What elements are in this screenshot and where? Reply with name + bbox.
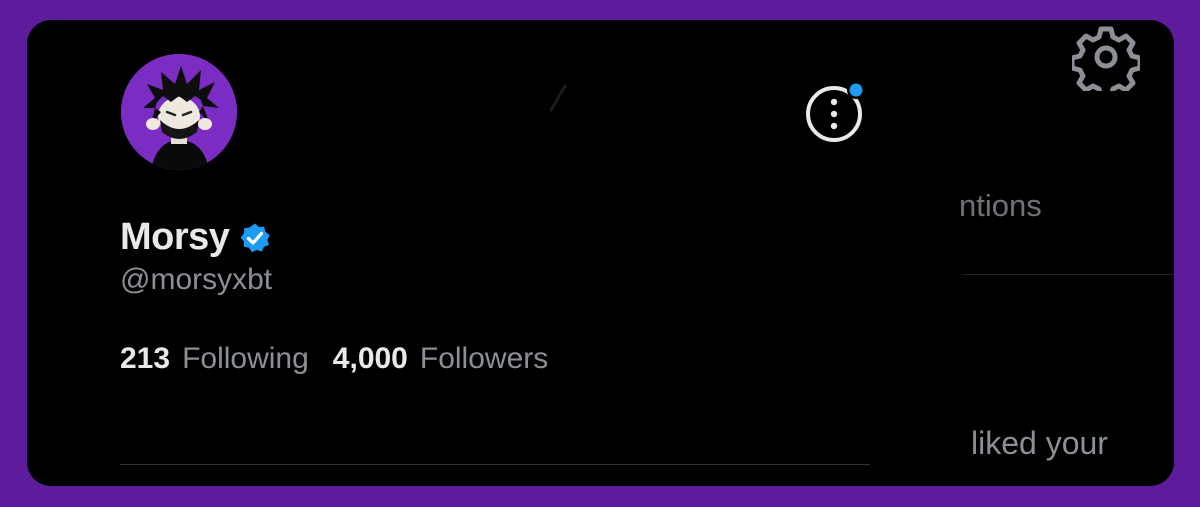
followers-count: 4,000 — [332, 342, 408, 375]
notification-dot — [849, 83, 863, 97]
divider — [120, 464, 870, 465]
display-name[interactable]: Morsy — [120, 216, 230, 259]
avatar[interactable] — [121, 54, 237, 170]
gear-icon — [1072, 26, 1140, 91]
background-tab-mentions: ntions — [959, 188, 1042, 223]
username-handle: @morsyxbt — [120, 263, 273, 296]
background-divider — [962, 274, 1174, 275]
avatar-image — [121, 54, 237, 170]
settings-button[interactable] — [1072, 23, 1140, 91]
followers-label: Followers — [419, 342, 549, 375]
followers-link[interactable]: 4,000 Followers — [333, 342, 548, 376]
verified-badge-icon — [241, 223, 270, 252]
following-count: 213 — [120, 342, 171, 375]
background-artifact — [549, 84, 567, 112]
profile-name-row: Morsy — [120, 216, 271, 259]
following-link[interactable]: 213 Following — [120, 342, 309, 376]
follow-stats: 213 Following 4,000 Followers — [120, 342, 548, 376]
following-label: Following — [182, 342, 309, 375]
more-options-icon — [806, 81, 865, 142]
background-notification-text: liked your — [971, 425, 1108, 461]
more-options-button[interactable] — [804, 80, 868, 144]
profile-drawer: Morsy @morsyxbt 213 Following 4,000 Foll… — [27, 20, 1174, 486]
